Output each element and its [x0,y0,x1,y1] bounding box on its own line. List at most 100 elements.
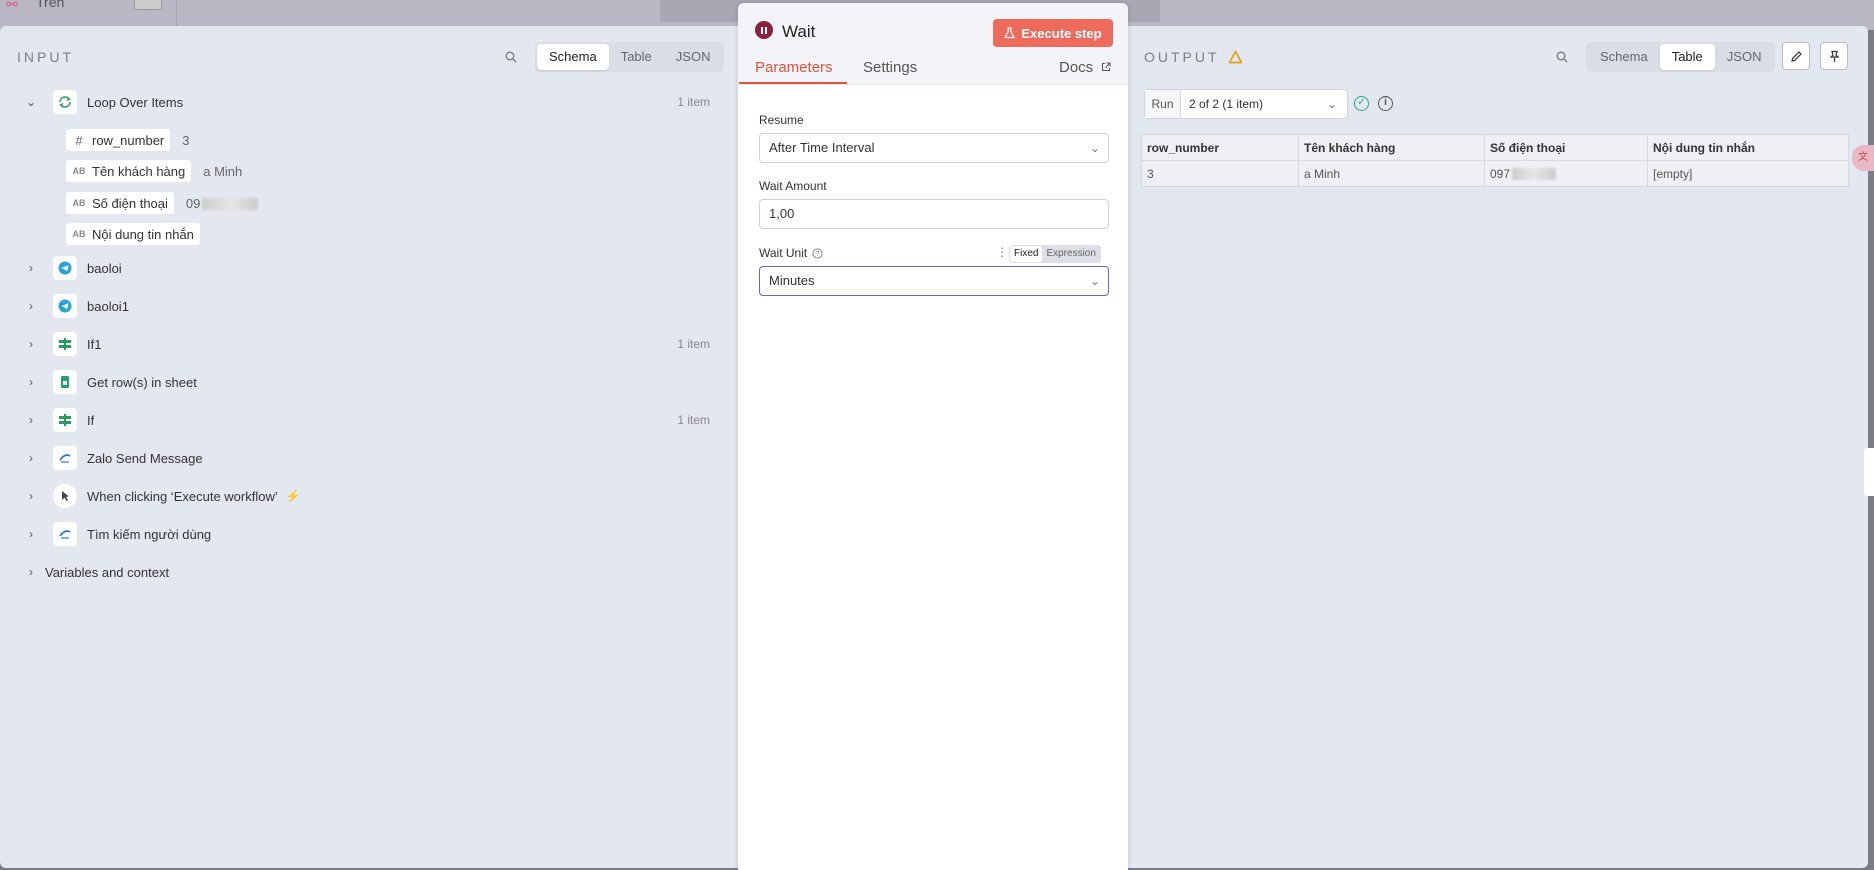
fixed-mode-option[interactable]: Fixed [1010,246,1043,262]
column-header[interactable]: Tên khách hàng [1298,134,1485,161]
active-tab-indicator [739,82,847,84]
node-title[interactable]: Wait [782,22,815,42]
tree-node-manual-trigger[interactable]: › When clicking ‘Execute workflow’ ⚡ [23,484,301,508]
chevron-right-icon[interactable]: › [23,489,39,503]
translate-extension-icon[interactable]: 文 [1852,145,1874,171]
chevron-down-icon[interactable]: ⌄ [23,95,39,109]
tree-node-if[interactable]: › If [23,408,94,432]
tree-node-get-rows[interactable]: › Get row(s) in sheet [23,370,197,394]
output-search-icon[interactable] [1553,48,1571,66]
help-icon[interactable]: ? [812,247,823,259]
zalo-icon [53,522,77,546]
redacted-value [1512,168,1557,181]
wait-unit-value: Minutes [769,273,815,288]
external-link-icon [1102,62,1111,72]
input-search-icon[interactable] [502,48,520,66]
field-name: Số điện thoại [92,195,168,211]
chevron-right-icon[interactable]: › [23,299,39,313]
tree-node-variables[interactable]: › Variables and context [23,560,169,584]
input-tab-table[interactable]: Table [609,44,664,70]
zalo-icon [53,446,77,470]
table-cell[interactable]: 3 [1141,160,1299,187]
tree-node-find-user[interactable]: › Tìm kiếm người dùng [23,522,211,546]
node-label: Zalo Send Message [87,450,203,466]
node-label: baoloi1 [87,298,129,314]
chevron-right-icon[interactable]: › [23,413,39,427]
input-view-switcher: Schema Table JSON [535,42,725,72]
output-tab-json[interactable]: JSON [1715,44,1774,70]
chevron-down-icon: ⌄ [1326,97,1337,111]
chevron-right-icon[interactable]: › [23,337,39,351]
svg-text:?: ? [816,251,820,258]
input-tab-json[interactable]: JSON [664,44,723,70]
chevron-right-icon[interactable]: › [23,375,39,389]
tree-node-loop-over-items[interactable]: ⌄ Loop Over Items [23,90,183,114]
output-view-switcher: Schema Table JSON [1586,42,1776,72]
output-tab-schema[interactable]: Schema [1588,44,1660,70]
divider [176,0,177,26]
wait-unit-label: Wait Unit [759,246,808,260]
field-value: 09 [185,195,259,211]
node-label: If1 [87,336,102,352]
field-value-text: 09 [185,195,201,211]
table-header-row: row_number Tên khách hàng Số điện thoại … [1141,134,1849,161]
docs-link[interactable]: Docs [1059,59,1111,76]
table-cell[interactable]: a Minh [1298,160,1485,187]
workflow-logo-icon: ⚯ [6,0,18,12]
node-label: Loop Over Items [87,94,184,110]
expression-mode-option[interactable]: Expression [1042,246,1099,262]
column-header[interactable]: row_number [1141,134,1299,161]
wait-amount-value: 1,00 [769,206,795,221]
cursor-icon [53,484,77,508]
redacted-value [202,198,259,211]
field-pill[interactable]: AB Tên khách hàng [66,160,192,182]
input-tab-schema[interactable]: Schema [537,44,609,70]
fixed-expression-toggle: Fixed Expression [1009,245,1101,263]
telegram-icon [53,294,77,318]
chevron-right-icon[interactable]: › [23,527,39,541]
item-count: 1 item [677,95,710,109]
field-pill[interactable]: # row_number [66,129,171,151]
panel-drag-handle[interactable] [1864,448,1874,496]
output-tab-table[interactable]: Table [1659,44,1715,70]
column-header[interactable]: Số điện thoại [1484,134,1648,161]
field-name: Tên khách hàng [92,163,186,179]
resume-select[interactable]: After Time Interval ⌄ [759,133,1109,163]
workflow-name: Trên [36,0,65,10]
success-check-icon: ✓ [1354,96,1369,111]
tab-settings[interactable]: Settings [863,59,917,76]
wait-unit-select[interactable]: Minutes ⌄ [759,266,1109,296]
pin-data-button[interactable] [1820,42,1848,70]
pencil-icon [1790,50,1802,62]
node-label: baoloi [87,260,122,276]
tree-node-baoloi1[interactable]: › baoloi1 [23,294,129,318]
wait-amount-input[interactable]: 1,00 [759,199,1109,229]
pause-icon [755,21,773,39]
edit-output-button[interactable] [1782,42,1810,70]
field-value: 3 [182,132,190,148]
run-selector[interactable]: Run 2 of 2 (1 item) ⌄ [1144,89,1348,119]
info-icon[interactable]: i [1378,96,1393,111]
string-type-icon: AB [72,229,86,239]
column-header[interactable]: Nội dung tin nhắn [1647,134,1849,161]
more-options-icon[interactable]: ⋮ [996,245,1008,259]
node-label: If [87,412,95,428]
chevron-right-icon[interactable]: › [23,261,39,275]
chevron-right-icon[interactable]: › [23,451,39,465]
execute-step-button[interactable]: Execute step [993,19,1113,47]
tab-parameters[interactable]: Parameters [755,59,833,76]
table-cell-empty[interactable]: [empty] [1647,160,1849,187]
chevron-right-icon[interactable]: › [23,565,39,579]
tree-node-zalo-send[interactable]: › Zalo Send Message [23,446,203,470]
tree-node-if1[interactable]: › If1 [23,332,101,356]
backdrop-button[interactable] [134,0,162,10]
tree-node-baoloi[interactable]: › baoloi [23,256,122,280]
table-cell[interactable]: 097 [1484,160,1648,187]
field-pill[interactable]: AB Số điện thoại [66,192,174,214]
item-count: 1 item [677,337,710,351]
output-title: OUTPUT [1144,49,1220,65]
warning-icon [1228,50,1242,64]
schema-field: AB Tên khách hàng a Minh [66,159,242,183]
docs-label: Docs [1059,59,1094,76]
field-pill[interactable]: AB Nội dung tin nhắn [66,223,200,245]
